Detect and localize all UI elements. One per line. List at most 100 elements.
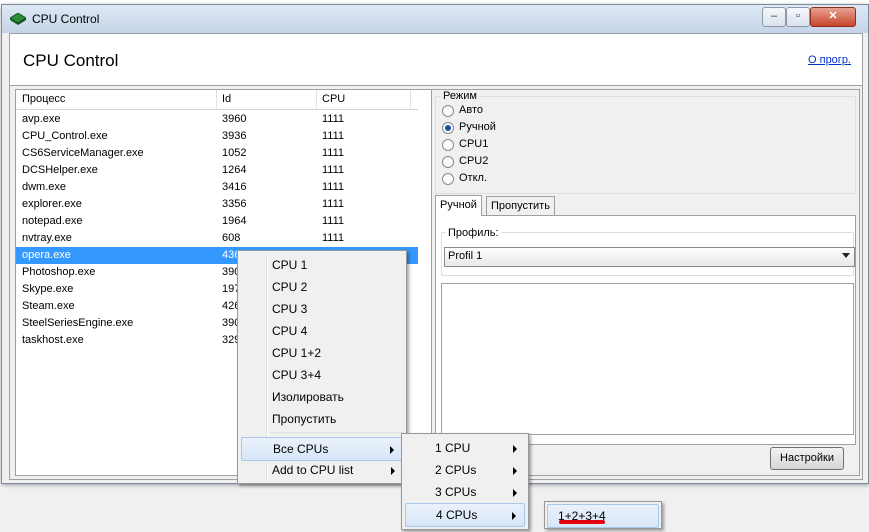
process-cpu-cell: 1111: [322, 181, 345, 193]
column-header-process[interactable]: Процесс: [22, 93, 65, 105]
process-cpu-cell: 1111: [322, 164, 345, 176]
menu-item-label: 3 CPUs: [435, 485, 477, 499]
table-row[interactable]: dwm.exe 3416 1111: [16, 179, 418, 196]
column-divider[interactable]: [316, 90, 317, 109]
menu-item-label: Изолировать: [272, 390, 344, 404]
app-window: CPU Control – ▫ ✕ CPU Control О прогр. П…: [1, 4, 869, 484]
table-row[interactable]: avp.exe 3960 1111: [16, 111, 418, 128]
column-header-id[interactable]: Id: [222, 93, 231, 105]
menu-item-label: CPU 4: [272, 324, 308, 338]
maximize-button[interactable]: ▫: [786, 7, 810, 27]
process-name-cell: dwm.exe: [22, 181, 67, 193]
menu-item-label: 2 CPUs: [435, 463, 477, 477]
menu-item-add-to-cpu-list[interactable]: Add to CPU list: [241, 459, 403, 481]
process-id-cell: 3416: [222, 181, 247, 193]
menu-item-1234[interactable]: 1+2+3+4: [547, 504, 659, 528]
menu-item-label: 1 CPU: [435, 441, 471, 455]
radio-label: Авто: [459, 104, 483, 116]
profile-select[interactable]: Profil 1: [444, 247, 855, 267]
settings-button[interactable]: Настройки: [770, 447, 844, 470]
menu-item[interactable]: CPU 2: [241, 276, 403, 298]
mode-legend: Режим: [441, 90, 479, 102]
menu-item[interactable]: CPU 1+2: [241, 342, 403, 364]
process-cpu-cell: 1111: [322, 130, 345, 142]
process-cpu-cell: 1111: [322, 215, 345, 227]
menu-item[interactable]: CPU 1: [241, 254, 403, 276]
column-divider[interactable]: [216, 90, 217, 109]
profile-select-value: Profil 1: [448, 250, 483, 262]
process-name-cell: CS6ServiceManager.exe: [22, 147, 144, 159]
minimize-button[interactable]: –: [762, 7, 786, 27]
title-bar[interactable]: CPU Control – ▫ ✕: [2, 5, 868, 33]
submenu-item[interactable]: 4 CPUs: [405, 503, 525, 527]
menu-item-label: CPU 2: [272, 280, 308, 294]
radio-label: CPU1: [459, 138, 489, 150]
submenu-arrow-icon: [513, 445, 517, 453]
table-row[interactable]: CS6ServiceManager.exe 1052 1111: [16, 145, 418, 162]
menu-item-label: 4 CPUs: [436, 508, 478, 522]
column-header-cpu[interactable]: CPU: [322, 93, 345, 105]
radio-circle-icon: [442, 105, 454, 117]
process-cpu-cell: 1111: [322, 147, 345, 159]
process-id-cell: 3936: [222, 130, 247, 142]
process-id-cell: 608: [222, 232, 241, 244]
context-menu: CPU 1 CPU 2 CPU 3 CPU 4 CPU 1+2 CPU 3+4 Изолир…: [237, 250, 407, 484]
app-chip-icon: [10, 13, 26, 25]
process-list-header: Процесс Id CPU: [16, 90, 418, 110]
menu-separator: [270, 432, 403, 433]
menu-item-label: Add to CPU list: [272, 463, 354, 477]
process-name-cell: CPU_Control.exe: [22, 130, 108, 142]
process-name-cell: SteelSeriesEngine.exe: [22, 317, 134, 329]
table-row[interactable]: CPU_Control.exe 3936 1111: [16, 128, 418, 145]
process-name-cell: Photoshop.exe: [22, 266, 96, 278]
menu-item-label: Пропустить: [272, 412, 337, 426]
process-id-cell: 1052: [222, 147, 247, 159]
submenu-4-cpus: 1+2+3+4: [544, 501, 662, 529]
process-name-cell: nvtray.exe: [22, 232, 72, 244]
menu-item-label: CPU 1: [272, 258, 308, 272]
tab-strip: Ручной Пропустить: [435, 195, 854, 216]
table-row[interactable]: nvtray.exe 608 1111: [16, 230, 418, 247]
radio-circle-icon: [442, 122, 454, 134]
column-divider[interactable]: [410, 90, 411, 109]
process-name-cell: explorer.exe: [22, 198, 82, 210]
submenu-item[interactable]: 3 CPUs: [405, 481, 525, 503]
submenu-item[interactable]: 2 CPUs: [405, 459, 525, 481]
submenu-arrow-icon: [513, 489, 517, 497]
menu-item-all-cpus[interactable]: Все CPUs: [241, 437, 403, 461]
process-name-cell: notepad.exe: [22, 215, 83, 227]
menu-item-label: Все CPUs: [273, 442, 329, 456]
process-cpu-cell: 1111: [322, 198, 345, 210]
settings-panel: Режим Авто Ручной CPU1 CPU2 Откл. Ручной Про…: [431, 89, 860, 476]
menu-item[interactable]: CPU 3+4: [241, 364, 403, 386]
menu-item-label: CPU 3+4: [272, 368, 322, 382]
process-id-cell: 1964: [222, 215, 247, 227]
table-row[interactable]: DCSHelper.exe 1264 1111: [16, 162, 418, 179]
table-row[interactable]: notepad.exe 1964 1111: [16, 213, 418, 230]
tab-skip[interactable]: Пропустить: [486, 196, 555, 215]
radio-circle-icon: [442, 173, 454, 185]
process-name-cell: Skype.exe: [22, 283, 74, 295]
process-cpu-cell: 1111: [322, 113, 345, 125]
submenu-item[interactable]: 1 CPU: [405, 437, 525, 459]
table-row[interactable]: explorer.exe 3356 1111: [16, 196, 418, 213]
profile-group: Профиль: Profil 1: [441, 227, 855, 276]
menu-item-label: CPU 1+2: [272, 346, 322, 360]
submenu-all-cpus: 1 CPU 2 CPUs 3 CPUs 4 CPUs: [401, 433, 529, 530]
menu-item[interactable]: Изолировать: [241, 386, 403, 408]
about-link[interactable]: О прогр.: [808, 54, 851, 66]
radio-label: CPU2: [459, 155, 489, 167]
mode-group: Режим Авто Ручной CPU1 CPU2 Откл.: [435, 90, 856, 194]
close-button[interactable]: ✕: [810, 7, 856, 27]
header-panel: CPU Control О прогр.: [10, 34, 862, 86]
tab-manual[interactable]: Ручной: [435, 195, 482, 216]
profile-memo[interactable]: [441, 283, 854, 435]
menu-item[interactable]: CPU 3: [241, 298, 403, 320]
page-title: CPU Control: [23, 51, 119, 70]
process-id-cell: 1264: [222, 164, 247, 176]
chevron-down-icon: [842, 253, 850, 258]
menu-item[interactable]: CPU 4: [241, 320, 403, 342]
window-title: CPU Control: [32, 12, 100, 26]
process-cpu-cell: 1111: [322, 232, 345, 244]
menu-item[interactable]: Пропустить: [241, 408, 403, 430]
